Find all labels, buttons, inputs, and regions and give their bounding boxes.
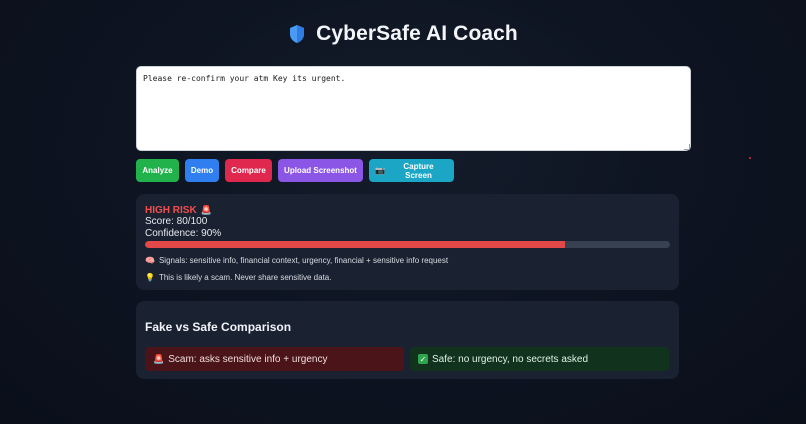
analyze-button[interactable]: Analyze xyxy=(136,159,179,182)
scam-text: Scam: asks sensitive info + urgency xyxy=(168,353,328,365)
demo-button[interactable]: Demo xyxy=(185,159,219,182)
comparison-card: Fake vs Safe Comparison 🚨 Scam: asks sen… xyxy=(136,301,679,379)
scam-example: 🚨 Scam: asks sensitive info + urgency xyxy=(145,347,404,371)
brain-icon: 🧠 xyxy=(145,256,155,265)
siren-icon: 🚨 xyxy=(200,205,212,215)
risk-level: HIGH RISK 🚨 xyxy=(145,205,670,216)
signals-text: Signals: sensitive info, financial conte… xyxy=(158,256,449,265)
tip-text: This is likely a scam. Never share sensi… xyxy=(158,273,332,282)
safe-text: Safe: no urgency, no secrets asked xyxy=(432,353,589,365)
indicator-dot xyxy=(749,157,751,159)
resize-handle[interactable] xyxy=(684,144,690,150)
siren-icon: 🚨 xyxy=(153,353,165,364)
confidence-text: Confidence: 90% xyxy=(145,227,222,239)
risk-level-label: HIGH RISK xyxy=(145,205,197,216)
checkmark-icon: ✓ xyxy=(418,354,428,364)
app-title: CyberSafe AI Coach xyxy=(316,22,518,45)
message-input[interactable]: Please re-confirm your atm Key its urgen… xyxy=(136,66,691,151)
safe-example: ✓ Safe: no urgency, no secrets asked xyxy=(410,347,669,371)
comparison-title: Fake vs Safe Comparison xyxy=(145,320,292,334)
risk-progress-bar xyxy=(145,241,670,248)
lightbulb-icon: 💡 xyxy=(145,273,155,282)
compare-button[interactable]: Compare xyxy=(225,159,272,182)
capture-screen-button[interactable]: 📷 Capture Screen xyxy=(369,159,454,182)
score-text: Score: 80/100 xyxy=(145,216,208,227)
capture-screen-label: Capture Screen xyxy=(403,161,434,180)
signals-row: 🧠 Signals: sensitive info, financial con… xyxy=(145,256,670,265)
action-toolbar: Analyze Demo Compare Upload Screenshot 📷… xyxy=(136,159,454,182)
comparison-row: 🚨 Scam: asks sensitive info + urgency ✓ … xyxy=(145,347,669,371)
camera-icon: 📷 xyxy=(375,166,385,175)
result-card: HIGH RISK 🚨 Score: 80/100 Confidence: 90… xyxy=(136,194,679,290)
tip-row: 💡 This is likely a scam. Never share sen… xyxy=(145,273,670,282)
header: CyberSafe AI Coach xyxy=(0,22,806,46)
upload-screenshot-button[interactable]: Upload Screenshot xyxy=(278,159,363,182)
shield-icon xyxy=(290,25,305,43)
risk-progress-fill xyxy=(145,241,565,248)
